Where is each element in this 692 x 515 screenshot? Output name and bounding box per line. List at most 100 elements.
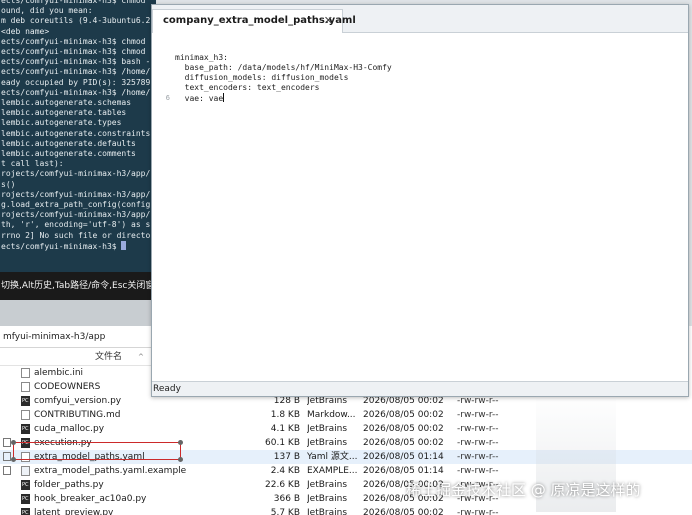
file-marker-icon bbox=[3, 438, 11, 447]
terminal-cursor bbox=[121, 240, 127, 250]
file-icon bbox=[21, 466, 30, 476]
code-line: minimax_h3: bbox=[175, 53, 684, 63]
terminal-window[interactable]: ects/comfyui-minimax-h3$ chmod ound, did … bbox=[0, 0, 156, 272]
file-type: Yaml 源文... bbox=[307, 452, 357, 462]
file-marker-icon bbox=[3, 466, 11, 475]
terminal-line: rrno 2] No such file or directo bbox=[1, 230, 151, 240]
line-number-gutter bbox=[152, 33, 172, 383]
file-size: 137 B bbox=[273, 452, 300, 462]
terminal-line: lembic.autogenerate.defaults bbox=[1, 138, 136, 148]
terminal-line: ects/comfyui-minimax-h3$ /home/ bbox=[1, 87, 151, 97]
file-name: CODEOWNERS bbox=[34, 382, 101, 392]
code-line: diffusion_models: diffusion_models bbox=[175, 73, 684, 83]
terminal-line: ects/comfyui-minimax-h3$ /home/ bbox=[1, 67, 151, 77]
file-date: 2026/08/05 00:02 bbox=[363, 508, 444, 515]
file-name: extra_model_paths.yaml bbox=[34, 452, 145, 462]
file-size: 366 B bbox=[273, 494, 300, 504]
code-text: diffusion_models: diffusion_models bbox=[175, 73, 349, 82]
file-name: comfyui_version.py bbox=[34, 396, 122, 406]
file-type: JetBrains bbox=[307, 508, 348, 515]
editor-tab-bar: company_extra_model_paths.yaml ✕ bbox=[152, 5, 688, 33]
file-icon bbox=[21, 382, 30, 392]
file-size: 1.8 KB bbox=[270, 410, 300, 420]
terminal-line: ects/comfyui-minimax-h3$ bash - bbox=[1, 57, 151, 67]
python-file-icon bbox=[21, 424, 30, 434]
editor-tab[interactable]: company_extra_model_paths.yaml ✕ bbox=[152, 9, 356, 33]
file-date: 2026/08/05 00:02 bbox=[363, 410, 444, 420]
code-area[interactable]: minimax_h3: base_path: /data/models/hf/M… bbox=[166, 43, 684, 103]
terminal-line: lembic.autogenerate.tables bbox=[1, 108, 127, 118]
watermark: 稀土掘金技术社区 @ 原凉是这样的 bbox=[406, 481, 641, 499]
terminal-line: ects/comfyui-minimax-h3$ chmod bbox=[1, 36, 146, 46]
terminal-line: <deb name> bbox=[1, 26, 50, 36]
terminal-line: t call last): bbox=[1, 159, 64, 169]
file-permissions: -rw-rw-r-- bbox=[457, 508, 499, 515]
file-permissions: -rw-rw-r-- bbox=[457, 466, 499, 476]
file-date: 2026/08/05 00:02 bbox=[363, 438, 444, 448]
terminal-bottom-strip bbox=[0, 300, 156, 326]
terminal-line: rojects/comfyui-minimax-h3/app/ bbox=[1, 210, 151, 220]
terminal-line: eady occupied by PID(s): 325789 bbox=[1, 77, 151, 87]
terminal-line: rojects/comfyui-minimax-h3/app/ bbox=[1, 169, 151, 179]
file-date: 2026/08/05 00:02 bbox=[363, 424, 444, 434]
file-date: 2026/08/05 01:14 bbox=[363, 466, 444, 476]
file-name: cuda_malloc.py bbox=[34, 424, 105, 434]
code-line: base_path: /data/models/hf/MiniMax-H3-Co… bbox=[175, 63, 684, 73]
file-name: alembic.ini bbox=[34, 368, 84, 378]
file-type: JetBrains bbox=[307, 494, 348, 504]
terminal-line: lembic.autogenerate.constraints bbox=[1, 128, 151, 138]
terminal-line: m deb coreutils (9.4-3ubuntu6.2 bbox=[1, 16, 151, 26]
file-permissions: -rw-rw-r-- bbox=[457, 410, 499, 420]
code-text: text_encoders: text_encoders bbox=[175, 83, 320, 92]
python-file-icon bbox=[21, 508, 30, 515]
code-line: 6 vae: vae bbox=[166, 93, 684, 103]
python-file-icon bbox=[21, 438, 30, 448]
code-text: base_path: /data/models/hf/MiniMax-H3-Co… bbox=[175, 63, 392, 72]
close-icon[interactable]: ✕ bbox=[324, 10, 333, 32]
column-header-name[interactable]: 文件名 bbox=[95, 348, 122, 366]
file-type: JetBrains bbox=[307, 424, 348, 434]
code-text: minimax_h3: bbox=[175, 53, 228, 62]
file-icon bbox=[21, 410, 30, 420]
terminal-line: ects/comfyui-minimax-h3$ chmod bbox=[1, 47, 146, 57]
file-icon bbox=[21, 368, 30, 378]
terminal-line: lembic.autogenerate.comments bbox=[1, 149, 136, 159]
line-number: 6 bbox=[165, 94, 170, 102]
file-permissions: -rw-rw-r-- bbox=[457, 452, 499, 462]
file-name: hook_breaker_ac10a0.py bbox=[34, 494, 147, 504]
file-type: EXAMPLE... bbox=[307, 466, 357, 476]
file-name: extra_model_paths.yaml.example bbox=[34, 466, 187, 476]
file-date: 2026/08/05 01:14 bbox=[363, 452, 444, 462]
terminal-hint-bar: 切换,Alt历史,Tab路径/命令,Esc关闭窗 bbox=[0, 272, 156, 300]
column-header-row: 文件名 ^ bbox=[0, 348, 156, 366]
file-permissions: -rw-rw-r-- bbox=[457, 438, 499, 448]
file-icon bbox=[21, 452, 30, 462]
file-size: 5.7 KB bbox=[270, 508, 300, 515]
code-text: vae: vae bbox=[175, 94, 224, 103]
file-type: JetBrains bbox=[307, 438, 348, 448]
text-caret bbox=[223, 93, 225, 102]
file-type: Markdow... bbox=[307, 410, 356, 420]
file-permissions: -rw-rw-r-- bbox=[457, 424, 499, 434]
python-file-icon bbox=[21, 480, 30, 490]
file-name: CONTRIBUTING.md bbox=[34, 410, 121, 420]
file-size: 60.1 KB bbox=[265, 438, 300, 448]
code-line: text_encoders: text_encoders bbox=[175, 83, 684, 93]
terminal-line: th, 'r', encoding='utf-8') as s bbox=[1, 220, 151, 230]
python-file-icon bbox=[21, 396, 30, 406]
terminal-line: rojects/comfyui-minimax-h3/app/ bbox=[1, 189, 151, 199]
terminal-line: lembic.autogenerate.schemas bbox=[1, 98, 132, 108]
file-name: folder_paths.py bbox=[34, 480, 104, 490]
text-editor-window: company_extra_model_paths.yaml ✕ minimax… bbox=[151, 4, 689, 397]
file-name: execution.py bbox=[34, 438, 92, 448]
terminal-line: ound, did you mean: bbox=[1, 6, 93, 16]
file-size: 22.6 KB bbox=[265, 480, 300, 490]
sort-ascending-icon: ^ bbox=[138, 353, 144, 361]
terminal-line: s() bbox=[1, 179, 16, 189]
python-file-icon bbox=[21, 494, 30, 504]
file-size: 4.1 KB bbox=[270, 424, 300, 434]
terminal-line: g.load_extra_path_config(config bbox=[1, 200, 151, 210]
address-bar[interactable]: mfyui-minimax-h3/app bbox=[0, 326, 156, 348]
terminal-line: ects/comfyui-minimax-h3$ bbox=[0, 240, 156, 252]
file-name: latent_preview.py bbox=[34, 508, 114, 515]
